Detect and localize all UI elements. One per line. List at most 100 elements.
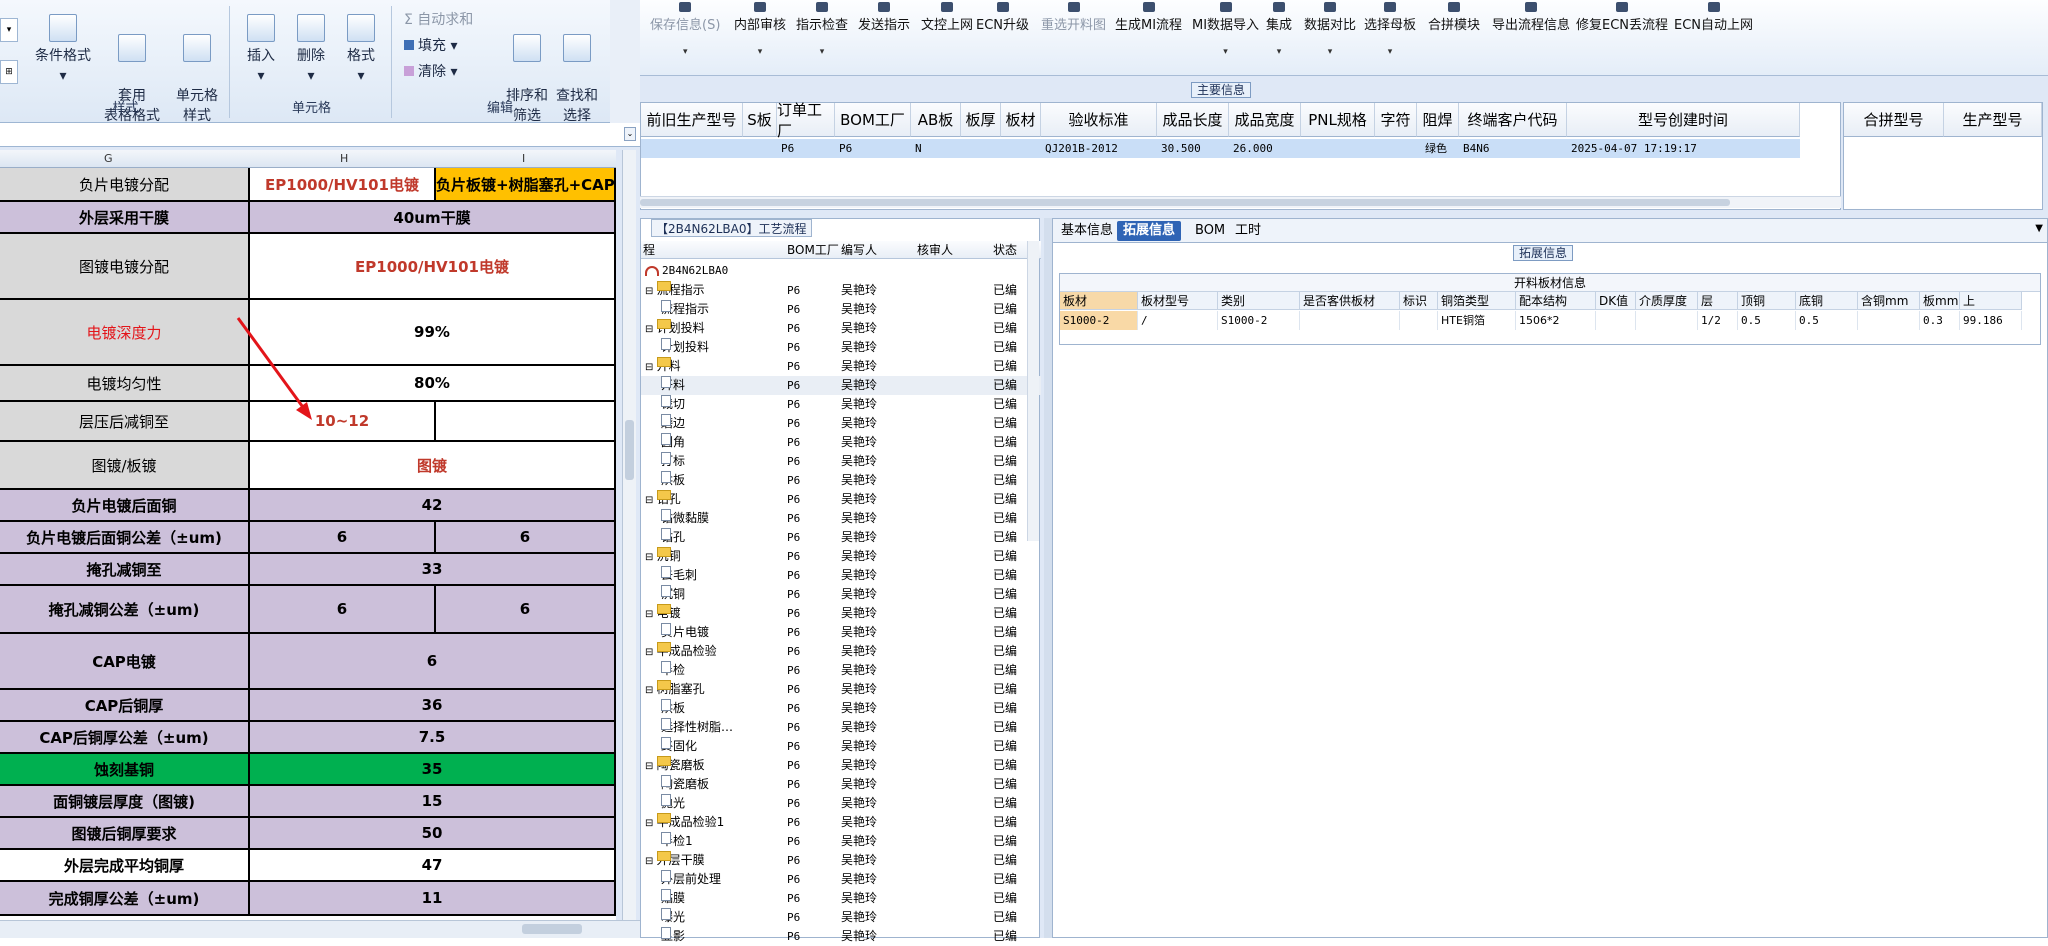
process-tree-row[interactable]: 钻微黏膜 P6 吴艳玲 已编 bbox=[641, 509, 1041, 528]
merge-header-0[interactable]: 合拼型号 bbox=[1844, 103, 1944, 137]
row-label-cell[interactable]: 电镀均匀性 bbox=[0, 366, 250, 400]
kuozhan-header[interactable]: 板材 bbox=[1060, 292, 1138, 310]
i-value-cell[interactable]: 6 bbox=[436, 522, 616, 552]
process-tree-row[interactable]: 钻孔 P6 吴艳玲 已编 bbox=[641, 528, 1041, 547]
toolbar-button-10[interactable]: 数据对比 ▾ bbox=[1304, 2, 1356, 57]
process-tree-row[interactable]: 外层前处理 P6 吴艳玲 已编 bbox=[641, 870, 1041, 889]
row-label-cell[interactable]: 图镀电镀分配 bbox=[0, 234, 250, 298]
row-label-cell[interactable]: 图镀/板镀 bbox=[0, 442, 250, 488]
tabs-dropdown-icon[interactable]: ▼ bbox=[2035, 223, 2043, 234]
kuozhan-cell[interactable] bbox=[1596, 311, 1636, 330]
collapse-icon[interactable]: ⊟ bbox=[645, 685, 657, 696]
collapse-icon[interactable]: ⊟ bbox=[645, 609, 657, 620]
process-tree-row[interactable]: 负片电镀 P6 吴艳玲 已编 bbox=[641, 623, 1041, 642]
value-cell[interactable]: 47 bbox=[250, 850, 616, 880]
main-grid-cell[interactable]: 26.000 bbox=[1229, 139, 1301, 158]
value-cell[interactable]: 36 bbox=[250, 690, 616, 720]
kuozhan-header[interactable]: 顶铜 bbox=[1738, 292, 1796, 310]
toolbar-button-3[interactable]: 发送指示 bbox=[858, 2, 910, 33]
value-cell[interactable]: 80% bbox=[250, 366, 616, 400]
insert-button[interactable]: 插入 ▾ bbox=[238, 14, 284, 86]
row-label-cell[interactable]: 图镀后铜厚要求 bbox=[0, 818, 250, 848]
kuozhan-cell[interactable] bbox=[1858, 311, 1920, 330]
kuozhan-header[interactable]: 板材型号 bbox=[1138, 292, 1218, 310]
process-tree-row[interactable]: 终固化 P6 吴艳玲 已编 bbox=[641, 737, 1041, 756]
process-col-step[interactable]: 程 bbox=[643, 241, 655, 259]
process-tree-row[interactable]: 陶瓷磨板 P6 吴艳玲 已编 bbox=[641, 775, 1041, 794]
row-label-cell[interactable]: CAP后铜厚 bbox=[0, 690, 250, 720]
h-value-cell[interactable]: EP1000/HV101电镀 bbox=[250, 168, 436, 200]
process-tree-row[interactable]: 选择性树脂… P6 吴艳玲 已编 bbox=[641, 718, 1041, 737]
kuozhan-header[interactable]: 上 bbox=[1960, 292, 2022, 310]
main-grid-cell[interactable] bbox=[1301, 139, 1375, 158]
main-grid-header[interactable]: 验收标准 bbox=[1041, 103, 1157, 137]
row-label-cell[interactable]: 蚀刻基铜 bbox=[0, 754, 250, 784]
h-value-cell[interactable]: 6 bbox=[250, 586, 436, 632]
kuozhan-cell[interactable]: HTE铜箔 bbox=[1438, 311, 1516, 330]
main-grid-cell[interactable] bbox=[1375, 139, 1417, 158]
main-grid-cell[interactable] bbox=[743, 139, 777, 158]
row-label-cell[interactable]: 完成铜厚公差（±um) bbox=[0, 882, 250, 914]
collapse-icon[interactable]: ⊟ bbox=[645, 818, 657, 829]
toolbar-button-11[interactable]: 选择母板 ▾ bbox=[1364, 2, 1416, 57]
row-label-cell[interactable]: 层压后减铜至 bbox=[0, 402, 250, 440]
horizontal-scrollbar[interactable] bbox=[0, 920, 640, 938]
toolbar-button-9[interactable]: 集成 ▾ bbox=[1266, 2, 1292, 57]
process-tree-row[interactable]: ⊟ 树脂塞孔 P6 吴艳玲 已编 bbox=[641, 680, 1041, 699]
value-cell[interactable]: 7.5 bbox=[250, 722, 616, 752]
row-label-cell[interactable]: 外层完成平均铜厚 bbox=[0, 850, 250, 880]
name-box-dropdown[interactable]: ▾ bbox=[0, 18, 18, 42]
scroll-thumb[interactable] bbox=[625, 420, 634, 480]
kuozhan-header[interactable]: 层 bbox=[1698, 292, 1738, 310]
kuozhan-cell[interactable]: 0.5 bbox=[1796, 311, 1858, 330]
collapse-icon[interactable]: ⊟ bbox=[645, 495, 657, 506]
main-grid-cell[interactable]: 2025-04-07 17:19:17 bbox=[1567, 139, 1800, 158]
h-value-cell[interactable]: 6 bbox=[250, 522, 436, 552]
toolbar-button-14[interactable]: 修复ECN丢流程 bbox=[1576, 2, 1668, 33]
main-grid-header[interactable]: PNL规格 bbox=[1301, 103, 1375, 137]
value-cell[interactable]: 15 bbox=[250, 786, 616, 816]
main-grid-cell[interactable]: 30.500 bbox=[1157, 139, 1229, 158]
value-cell[interactable]: 99% bbox=[250, 300, 616, 364]
main-grid-header[interactable]: 终端客户代码 bbox=[1459, 103, 1567, 137]
process-col-writer[interactable]: 编写人 bbox=[841, 241, 877, 259]
row-label-cell[interactable]: CAP后铜厚公差（±um) bbox=[0, 722, 250, 752]
collapse-icon[interactable]: ⊟ bbox=[645, 362, 657, 373]
value-cell[interactable]: 11 bbox=[250, 882, 616, 914]
row-label-cell[interactable]: 负片电镀分配 bbox=[0, 168, 250, 200]
value-cell[interactable]: 6 bbox=[250, 634, 616, 688]
main-grid-cell[interactable]: P6 bbox=[835, 139, 911, 158]
process-tree-row[interactable]: 去毛刺 P6 吴艳玲 已编 bbox=[641, 566, 1041, 585]
kuozhan-cell[interactable]: / bbox=[1138, 311, 1218, 330]
main-grid-header[interactable]: 型号创建时间 bbox=[1567, 103, 1800, 137]
process-tree-row[interactable]: 计划投料 P6 吴艳玲 已编 bbox=[641, 338, 1041, 357]
main-grid-cell[interactable] bbox=[961, 139, 1001, 158]
column-header-i[interactable]: I bbox=[522, 152, 525, 165]
value-cell[interactable]: 40um干膜 bbox=[250, 202, 616, 232]
panel-splitter[interactable] bbox=[1044, 218, 1052, 938]
collapse-icon[interactable]: ⊟ bbox=[645, 286, 657, 297]
process-tree-row[interactable]: 磨边 P6 吴艳玲 已编 bbox=[641, 414, 1041, 433]
toolbar-button-1[interactable]: 内部审核 ▾ bbox=[734, 2, 786, 57]
row-label-cell[interactable]: 面铜镀层厚度（图镀) bbox=[0, 786, 250, 816]
process-tree-row[interactable]: 贴膜 P6 吴艳玲 已编 bbox=[641, 889, 1041, 908]
row-label-cell[interactable]: 负片电镀后面铜 bbox=[0, 490, 250, 520]
process-col-reviewer[interactable]: 核审人 bbox=[917, 241, 953, 259]
value-cell[interactable]: 50 bbox=[250, 818, 616, 848]
process-vscroll[interactable] bbox=[1027, 241, 1039, 541]
format-button[interactable]: 格式 ▾ bbox=[338, 14, 384, 86]
process-tree-row[interactable]: 抛光 P6 吴艳玲 已编 bbox=[641, 794, 1041, 813]
process-col-bom[interactable]: BOM工厂 bbox=[787, 241, 839, 259]
row-label-cell[interactable]: 掩孔减铜至 bbox=[0, 554, 250, 584]
main-grid-header[interactable]: S板 bbox=[743, 103, 777, 137]
process-tree-row[interactable]: ⊟ 钻孔P6吴艳玲已编 bbox=[641, 490, 1041, 509]
main-grid-header[interactable]: 板厚 bbox=[961, 103, 1001, 137]
autosum-button[interactable]: Σ 自动求和 bbox=[404, 10, 473, 30]
value-cell[interactable]: 35 bbox=[250, 754, 616, 784]
main-grid-hscroll[interactable] bbox=[640, 196, 1841, 208]
process-tree-row[interactable]: ⊟ 流程指示 P6 吴艳玲 已编 bbox=[641, 281, 1041, 300]
kuozhan-cell[interactable] bbox=[1400, 311, 1438, 330]
process-tree-row[interactable]: ⊟ 半成品检验 P6 吴艳玲 已编 bbox=[641, 642, 1041, 661]
toolbar-button-6[interactable]: 重选开料图 bbox=[1041, 2, 1106, 33]
i-value-cell[interactable]: 6 bbox=[436, 586, 616, 632]
